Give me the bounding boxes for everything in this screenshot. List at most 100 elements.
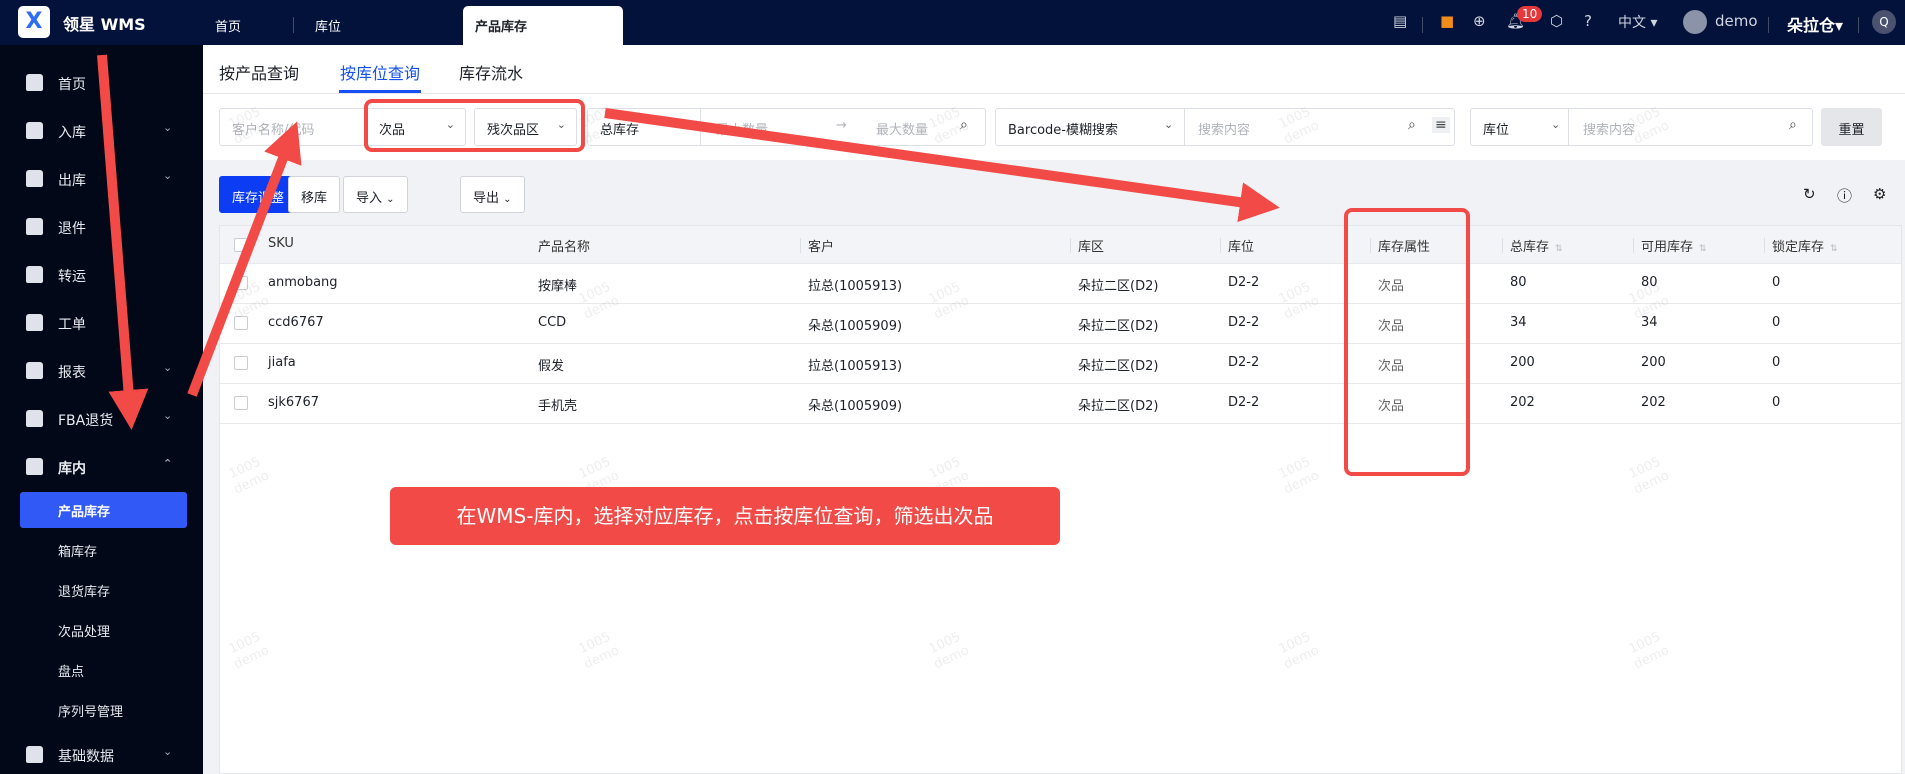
sidebar-item-report[interactable]: 报表 ⌄ bbox=[0, 353, 203, 389]
import-label: 导入 bbox=[356, 191, 383, 206]
location-type-select[interactable]: 库位 bbox=[1483, 123, 1509, 138]
location-search-input[interactable]: 搜索内容 bbox=[1583, 119, 1635, 138]
sidebar-subitem-defective[interactable]: 次品处理 bbox=[20, 612, 187, 648]
row-checkbox[interactable] bbox=[234, 396, 248, 410]
label: FBA退货 bbox=[58, 413, 114, 429]
tab-stock-flow[interactable]: 库存流水 bbox=[459, 60, 523, 84]
inbox-icon[interactable]: ▤ bbox=[1393, 12, 1407, 30]
column-total-stock[interactable]: 总库存 ⇅ bbox=[1510, 236, 1563, 255]
list-icon[interactable]: ≡ bbox=[1432, 117, 1450, 133]
avatar[interactable] bbox=[1683, 10, 1707, 34]
column-location: 库位 bbox=[1228, 240, 1255, 255]
barcode-search-input[interactable]: 搜索内容 bbox=[1198, 119, 1250, 138]
sidebar-item-ticket[interactable]: 工单 bbox=[0, 305, 203, 341]
sidebar-subitem-box-inventory[interactable]: 箱库存 bbox=[20, 532, 187, 568]
warehouse-select[interactable]: 朵拉仓▾ bbox=[1787, 12, 1843, 36]
inbound-icon bbox=[26, 122, 43, 139]
sidebar-item-home[interactable]: 首页 bbox=[0, 65, 203, 101]
column-product-name: 产品名称 bbox=[538, 240, 591, 255]
cell-stock-attribute: 次品 bbox=[1378, 319, 1405, 334]
cell-available-stock: 200 bbox=[1641, 355, 1666, 370]
tab-location[interactable]: 库位 bbox=[315, 16, 341, 35]
sidebar-item-in-warehouse[interactable]: 库内 ⌃ bbox=[0, 449, 203, 485]
chevron-down-icon: ⌄ bbox=[1551, 118, 1561, 131]
column-locked-stock[interactable]: 锁定库存 ⇅ bbox=[1772, 236, 1838, 255]
cell-location: D2-2 bbox=[1228, 315, 1260, 330]
min-quantity-input[interactable]: 最小数量 bbox=[716, 119, 768, 138]
sidebar-subitem-return-inventory[interactable]: 退货库存 bbox=[20, 572, 187, 608]
sidebar-item-outbound[interactable]: 出库 ⌄ bbox=[0, 161, 203, 197]
ticket-icon bbox=[26, 314, 43, 331]
tab-by-product[interactable]: 按产品查询 bbox=[219, 60, 299, 84]
reset-button[interactable]: 重置 bbox=[1821, 108, 1882, 146]
cell-product-name: 假发 bbox=[538, 359, 565, 374]
help-icon[interactable]: ? bbox=[1584, 12, 1592, 30]
username[interactable]: demo bbox=[1715, 12, 1758, 30]
cell-location: D2-2 bbox=[1228, 395, 1260, 410]
cell-stock-attribute: 次品 bbox=[1378, 359, 1405, 374]
tab-home[interactable]: 首页 bbox=[215, 16, 241, 35]
sidebar-subitem-product-inventory[interactable]: 产品库存 bbox=[20, 492, 187, 528]
search-icon[interactable]: ⌕ bbox=[960, 117, 968, 133]
cell-zone: 朵拉二区(D2) bbox=[1078, 359, 1159, 374]
select-all-checkbox[interactable] bbox=[234, 238, 248, 252]
max-quantity-input[interactable]: 最大数量 bbox=[876, 119, 928, 138]
location-search: 库位 ⌄ 搜索内容 ⌕ bbox=[1470, 108, 1813, 146]
label: 库内 bbox=[58, 461, 86, 477]
download-icon[interactable]: ⊕ bbox=[1473, 12, 1486, 30]
sidebar-subitem-serial[interactable]: 序列号管理 bbox=[20, 692, 187, 728]
tab-by-location[interactable]: 按库位查询 bbox=[340, 60, 420, 84]
table-row[interactable]: ccd6767 CCD 朵总(1005909) 朵拉二区(D2) D2-2 次品 34 34 0 bbox=[220, 304, 1901, 344]
refresh-icon[interactable]: ↻ bbox=[1803, 185, 1816, 203]
zone-value: 残次品区 bbox=[487, 123, 540, 138]
cell-stock-attribute: 次品 bbox=[1378, 399, 1405, 414]
sidebar-item-base-data[interactable]: 基础数据 ⌄ bbox=[0, 737, 203, 773]
language-select[interactable]: 中文 ▾ bbox=[1618, 12, 1657, 32]
column-settings-icon[interactable]: ⚙ bbox=[1873, 185, 1886, 203]
search-icon[interactable]: ⌕ bbox=[1789, 117, 1797, 133]
table-row[interactable]: anmobang 按摩棒 拉总(1005913) 朵拉二区(D2) D2-2 次品 80 80… bbox=[220, 264, 1901, 304]
robot-icon[interactable]: ■ bbox=[1440, 12, 1454, 30]
sidebar-item-fba-return[interactable]: FBA退货 ⌄ bbox=[0, 401, 203, 437]
cell-locked-stock: 0 bbox=[1772, 315, 1781, 330]
cell-total-stock: 80 bbox=[1510, 275, 1527, 290]
cell-product-name: CCD bbox=[538, 315, 567, 330]
return-icon bbox=[26, 218, 43, 235]
cell-locked-stock: 0 bbox=[1772, 355, 1781, 370]
column-available-stock[interactable]: 可用库存 ⇅ bbox=[1641, 236, 1707, 255]
table-row[interactable]: sjk6767 手机壳 朵总(1005909) 朵拉二区(D2) D2-2 次品 202 20… bbox=[220, 384, 1901, 424]
move-button[interactable]: 移库 bbox=[288, 176, 341, 213]
export-button[interactable]: 导出 ⌄ bbox=[460, 176, 525, 213]
chevron-up-icon: ⌃ bbox=[163, 457, 173, 470]
row-checkbox[interactable] bbox=[234, 356, 248, 370]
attribute-select[interactable]: 次品 ⌄ bbox=[366, 108, 466, 146]
cell-zone: 朵拉二区(D2) bbox=[1078, 399, 1159, 414]
stock-type-select[interactable]: 总库存 bbox=[600, 123, 639, 138]
help-icon[interactable]: ⓘ bbox=[1837, 185, 1852, 206]
sidebar-subitem-stocktake[interactable]: 盘点 bbox=[20, 652, 187, 688]
table-row[interactable]: jiafa 假发 拉总(1005913) 朵拉二区(D2) D2-2 次品 200 200 0 bbox=[220, 344, 1901, 384]
row-checkbox[interactable] bbox=[234, 316, 248, 330]
import-button[interactable]: 导入 ⌄ bbox=[343, 176, 408, 213]
sidebar-item-inbound[interactable]: 入库 ⌄ bbox=[0, 113, 203, 149]
client-select[interactable]: 客户名称/代码⌄ bbox=[219, 108, 390, 146]
chevron-down-icon: ⌄ bbox=[445, 118, 455, 131]
chevron-down-icon: ⌄ bbox=[556, 118, 566, 131]
tab-product-inventory[interactable]: 产品库存 bbox=[463, 6, 623, 45]
barcode-mode-select[interactable]: Barcode-模糊搜索 bbox=[1008, 123, 1118, 138]
sidebar-item-transfer[interactable]: 转运 bbox=[0, 257, 203, 293]
search-icon[interactable]: Q bbox=[1872, 10, 1896, 34]
sidebar-item-returns[interactable]: 退件 bbox=[0, 209, 203, 245]
chevron-down-icon: ⌄ bbox=[1164, 118, 1174, 131]
warehouse-label: 朵拉仓 bbox=[1787, 16, 1836, 35]
settings-icon[interactable]: ⬡ bbox=[1550, 12, 1563, 30]
chevron-down-icon: ⌄ bbox=[503, 194, 512, 205]
stock-adjust-button[interactable]: 库存调整 bbox=[219, 176, 298, 213]
home-icon bbox=[26, 74, 43, 91]
divider bbox=[1070, 238, 1071, 253]
notification-badge: 10 bbox=[1517, 6, 1543, 22]
row-checkbox[interactable] bbox=[234, 276, 248, 290]
search-icon[interactable]: ⌕ bbox=[1408, 117, 1416, 133]
zone-select[interactable]: 残次品区 ⌄ bbox=[474, 108, 577, 146]
cell-client: 拉总(1005913) bbox=[808, 279, 903, 294]
